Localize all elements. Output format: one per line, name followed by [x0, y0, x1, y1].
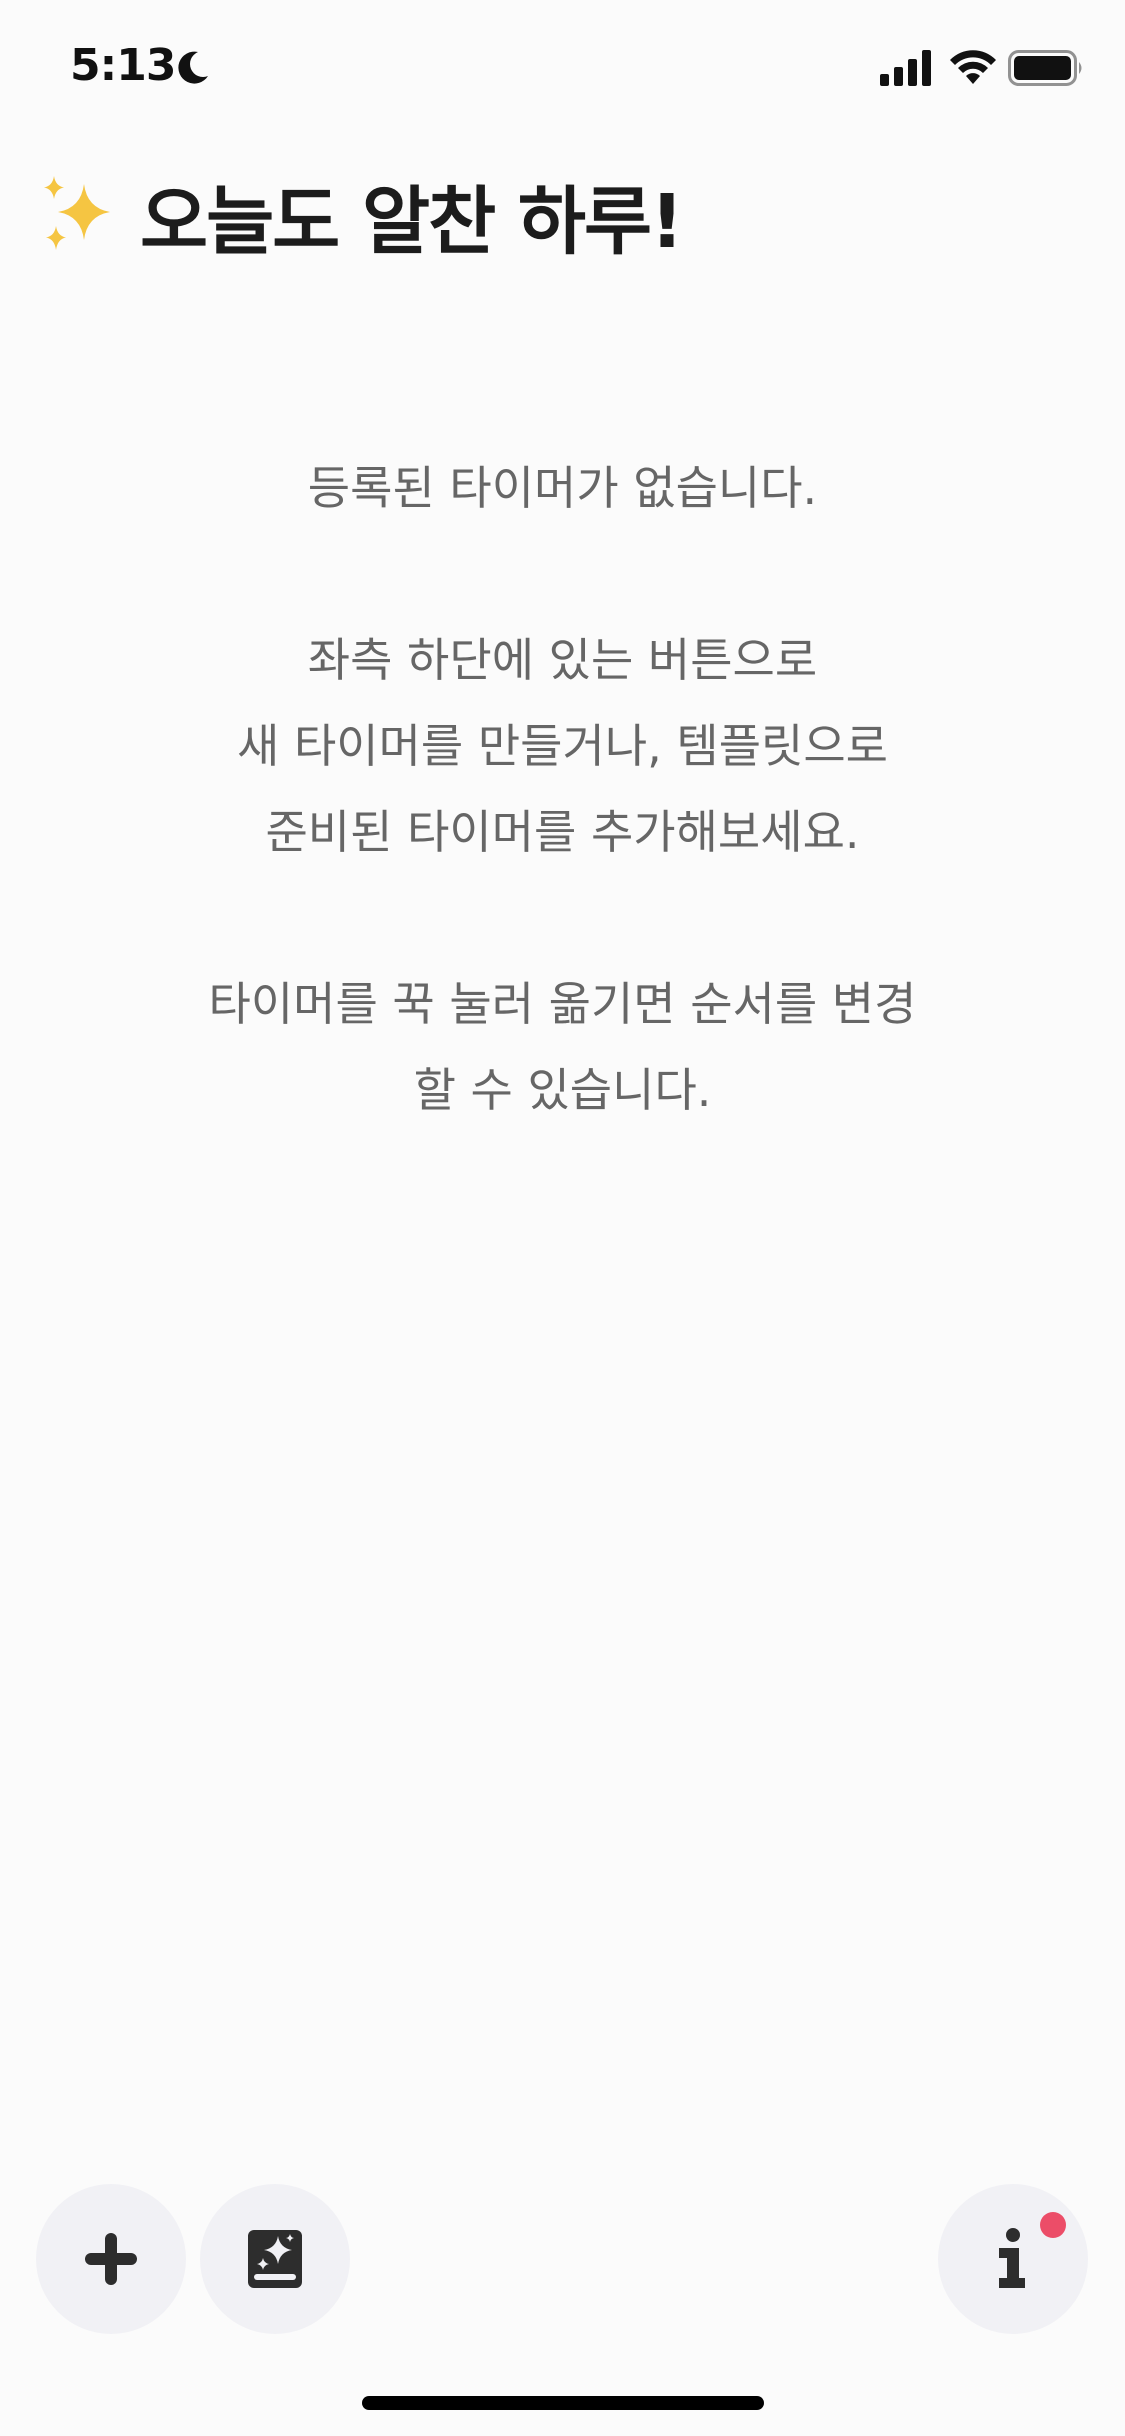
- info-icon: [999, 2228, 1025, 2288]
- signal-icon: [880, 50, 931, 86]
- sparkles-icon: [44, 176, 110, 250]
- battery-icon: [1008, 50, 1082, 86]
- empty-state-line: 좌측 하단에 있는 버튼으로: [307, 633, 818, 687]
- page-header: 오늘도 알찬 하루!: [36, 170, 684, 265]
- wifi-icon: [950, 50, 996, 84]
- empty-state-line: 준비된 타이머를 추가해보세요.: [265, 805, 860, 859]
- app-screen: 5:13 오늘도 알찬 하루! 등록된 타이머가 없습니다. 좌측 하단에 있는…: [0, 0, 1125, 2436]
- template-book-icon: [248, 2230, 302, 2288]
- status-time: 5:13: [70, 40, 176, 91]
- status-bar: 5:13: [0, 0, 1125, 140]
- templates-button[interactable]: [200, 2184, 350, 2334]
- info-button[interactable]: [938, 2184, 1088, 2334]
- notification-dot: [1040, 2212, 1066, 2238]
- empty-state-line: 새 타이머를 만들거나, 템플릿으로: [237, 719, 888, 773]
- plus-icon: [85, 2233, 137, 2285]
- empty-state-message: 등록된 타이머가 없습니다. 좌측 하단에 있는 버튼으로 새 타이머를 만들거…: [0, 445, 1125, 1133]
- page-title: 오늘도 알찬 하루!: [140, 178, 684, 265]
- add-timer-button[interactable]: [36, 2184, 186, 2334]
- home-indicator[interactable]: [362, 2396, 764, 2410]
- empty-state-line: 등록된 타이머가 없습니다.: [307, 461, 818, 515]
- empty-state-line: 타이머를 꾹 눌러 옮기면 순서를 변경: [208, 977, 917, 1031]
- empty-state-line: 할 수 있습니다.: [413, 1063, 712, 1117]
- moon-icon: [178, 51, 208, 84]
